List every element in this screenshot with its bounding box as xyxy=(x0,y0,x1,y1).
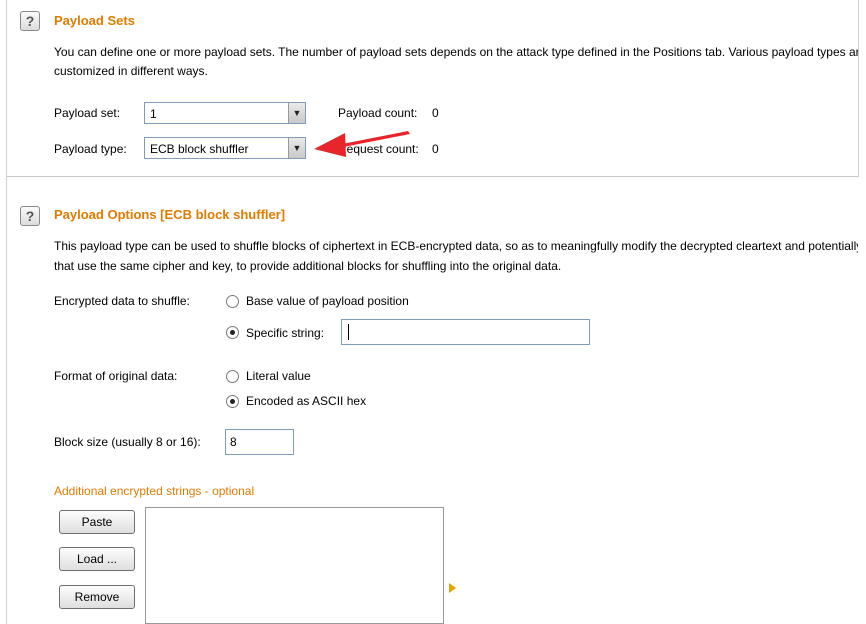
paste-button[interactable]: Paste xyxy=(59,510,135,534)
additional-strings-title: Additional encrypted strings - optional xyxy=(54,484,255,498)
expand-arrow-icon[interactable] xyxy=(449,583,456,593)
block-size-label: Block size (usually 8 or 16): xyxy=(54,435,201,449)
base-value-label: Base value of payload position xyxy=(246,294,409,308)
section-divider xyxy=(6,176,859,177)
additional-strings-list[interactable] xyxy=(145,507,444,624)
base-value-radio[interactable] xyxy=(226,295,239,308)
payload-options-description-line1: This payload type can be used to shuffle… xyxy=(54,239,858,253)
ascii-hex-label: Encoded as ASCII hex xyxy=(246,394,367,408)
payload-options-description-line2: that use the same cipher and key, to pro… xyxy=(54,259,562,273)
specific-string-radio[interactable] xyxy=(226,326,239,339)
format-label: Format of original data: xyxy=(54,369,178,383)
literal-value-label: Literal value xyxy=(246,369,311,383)
remove-button[interactable]: Remove xyxy=(59,585,135,609)
specific-string-label: Specific string: xyxy=(246,326,325,340)
load-button[interactable]: Load ... xyxy=(59,547,135,571)
specific-string-input[interactable] xyxy=(341,319,590,345)
encrypted-data-label: Encrypted data to shuffle: xyxy=(54,294,190,308)
payload-options-help-icon[interactable]: ? xyxy=(20,206,40,226)
block-size-input[interactable] xyxy=(225,429,294,455)
payload-options-title: Payload Options [ECB block shuffler] xyxy=(54,207,286,222)
ascii-hex-radio[interactable] xyxy=(226,395,239,408)
text-caret xyxy=(348,324,349,340)
literal-value-radio[interactable] xyxy=(226,370,239,383)
